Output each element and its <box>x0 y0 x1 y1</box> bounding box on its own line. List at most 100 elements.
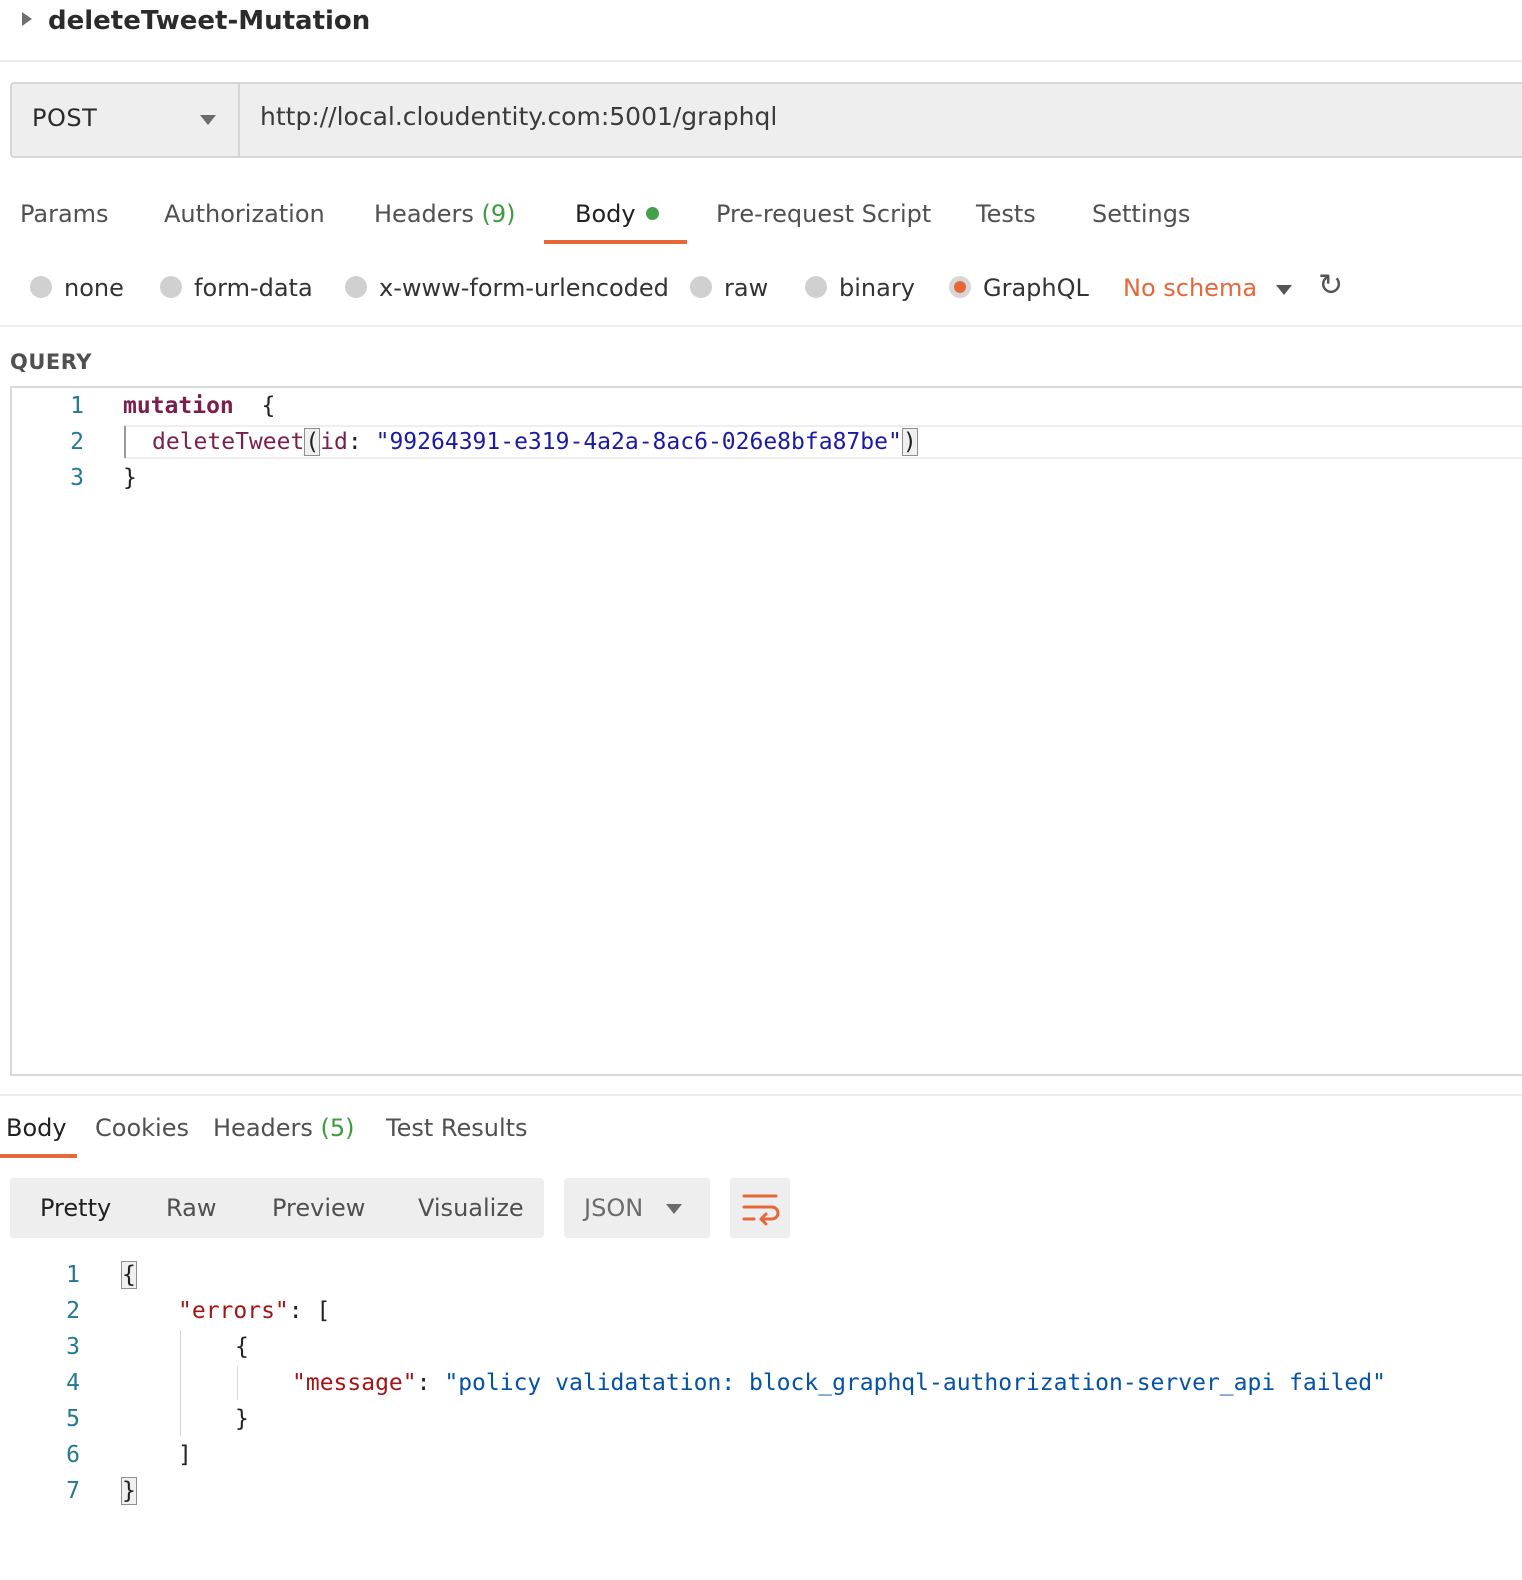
bracket-match: } <box>121 1477 137 1505</box>
dropdown-caret-icon <box>200 115 216 125</box>
indent-guide <box>124 426 126 458</box>
line-number: 7 <box>66 1478 80 1504</box>
code-line-3: } <box>123 460 137 496</box>
radio-binary[interactable]: binary <box>805 272 915 304</box>
radio-label: none <box>64 274 124 302</box>
format-preview-button[interactable]: Preview <box>272 1194 365 1222</box>
json-key: "message" <box>292 1370 417 1396</box>
json-line-4: "message": "policy validatation: block_g… <box>292 1365 1386 1401</box>
response-tab-headers-count: (5) <box>320 1114 355 1142</box>
line-number: 1 <box>70 393 84 419</box>
response-tab-test-results[interactable]: Test Results <box>386 1112 528 1144</box>
url-input[interactable]: http://local.cloudentity.com:5001/graphq… <box>240 82 1522 158</box>
radio-label: binary <box>839 274 915 302</box>
response-tab-body[interactable]: Body <box>6 1112 67 1144</box>
argument-value: "99264391-e319-4a2a-8ac6-026e8bfa87be" <box>375 429 902 455</box>
schema-select[interactable]: No schema <box>1123 274 1257 302</box>
caret-right-icon[interactable] <box>22 12 32 26</box>
punctuation: ] <box>178 1442 192 1468</box>
response-tab-headers[interactable]: Headers (5) <box>213 1112 355 1144</box>
radio-graphql[interactable]: GraphQL <box>949 272 1089 304</box>
refresh-icon[interactable]: ↻ <box>1318 268 1343 303</box>
response-tab-headers-label: Headers <box>213 1114 313 1142</box>
dropdown-caret-icon[interactable] <box>1276 285 1292 295</box>
line-number: 4 <box>66 1370 80 1396</box>
method-select[interactable]: POST <box>10 82 240 158</box>
tab-tests[interactable]: Tests <box>976 198 1036 230</box>
line-number: 2 <box>66 1298 80 1324</box>
tab-settings[interactable]: Settings <box>1092 198 1190 230</box>
body-indicator-dot <box>645 206 659 220</box>
code-line-1: mutation { <box>123 388 275 424</box>
radio-label: raw <box>724 274 769 302</box>
radio-none[interactable]: none <box>30 272 124 304</box>
active-tab-underline <box>544 240 687 244</box>
tab-params[interactable]: Params <box>20 198 109 230</box>
bracket-match: ( <box>304 428 321 456</box>
json-line-5: } <box>235 1401 249 1437</box>
tab-body-label: Body <box>575 200 636 228</box>
json-line-7: } <box>121 1473 137 1509</box>
radio-label: x-www-form-urlencoded <box>379 274 669 302</box>
divider <box>0 1094 1522 1096</box>
json-key: "errors" <box>178 1298 289 1324</box>
line-number: 1 <box>66 1262 80 1288</box>
argument-name: id <box>320 429 348 455</box>
json-line-6: ] <box>178 1437 192 1473</box>
request-title-row: deleteTweet-Mutation <box>0 0 1522 62</box>
indent-guide <box>237 1366 238 1400</box>
radio-raw[interactable]: raw <box>690 272 768 304</box>
punctuation: { <box>261 393 276 419</box>
format-visualize-button[interactable]: Visualize <box>418 1194 524 1222</box>
url-text: http://local.cloudentity.com:5001/graphq… <box>260 102 778 131</box>
bracket-match: { <box>121 1261 137 1289</box>
bracket-match: ) <box>901 428 918 456</box>
line-number: 6 <box>66 1442 80 1468</box>
radio-circle <box>690 276 712 298</box>
divider <box>0 325 1522 327</box>
tab-body[interactable]: Body <box>575 198 659 230</box>
punctuation: { <box>235 1334 249 1360</box>
indent-guide <box>180 1330 181 1436</box>
punctuation: : <box>416 1370 431 1396</box>
line-number: 2 <box>70 429 84 455</box>
json-line-3: { <box>235 1329 249 1365</box>
wrap-lines-button[interactable] <box>730 1178 790 1238</box>
radio-label: GraphQL <box>983 274 1089 302</box>
tab-headers-label: Headers <box>374 200 474 228</box>
json-string-value: "policy validatation: block_graphql-auth… <box>444 1370 1386 1396</box>
json-line-2: "errors": [ <box>178 1293 330 1329</box>
request-name[interactable]: deleteTweet-Mutation <box>48 4 370 38</box>
radio-x-www-form-urlencoded[interactable]: x-www-form-urlencoded <box>345 272 669 304</box>
tab-authorization[interactable]: Authorization <box>164 198 325 230</box>
line-number: 3 <box>66 1334 80 1360</box>
format-pretty-button[interactable]: Pretty <box>40 1194 111 1222</box>
punctuation: } <box>123 465 137 491</box>
punctuation: : <box>288 1298 303 1324</box>
radio-form-data[interactable]: form-data <box>160 272 313 304</box>
active-tab-underline <box>0 1154 77 1158</box>
tab-pre-request-script[interactable]: Pre-request Script <box>716 198 931 230</box>
punctuation: : <box>347 429 362 455</box>
line-number: 3 <box>70 465 84 491</box>
json-line-1: { <box>121 1257 137 1293</box>
query-label: QUERY <box>10 350 92 374</box>
radio-circle <box>805 276 827 298</box>
line-number: 5 <box>66 1406 80 1432</box>
radio-circle <box>30 276 52 298</box>
code-line-2: deleteTweet(id: "99264391-e319-4a2a-8ac6… <box>152 424 918 460</box>
method-label: POST <box>32 104 98 132</box>
radio-label: form-data <box>194 274 313 302</box>
radio-circle-selected <box>949 276 971 298</box>
tab-headers-count: (9) <box>481 200 516 228</box>
tab-headers[interactable]: Headers (9) <box>374 198 516 230</box>
language-label: JSON <box>584 1194 644 1222</box>
response-tab-cookies[interactable]: Cookies <box>95 1112 189 1144</box>
punctuation: [ <box>316 1298 331 1324</box>
keyword: mutation <box>123 393 234 419</box>
query-editor[interactable] <box>10 386 1522 1076</box>
wrap-lines-icon <box>742 1194 780 1226</box>
format-raw-button[interactable]: Raw <box>166 1194 216 1222</box>
radio-circle <box>345 276 367 298</box>
radio-circle <box>160 276 182 298</box>
